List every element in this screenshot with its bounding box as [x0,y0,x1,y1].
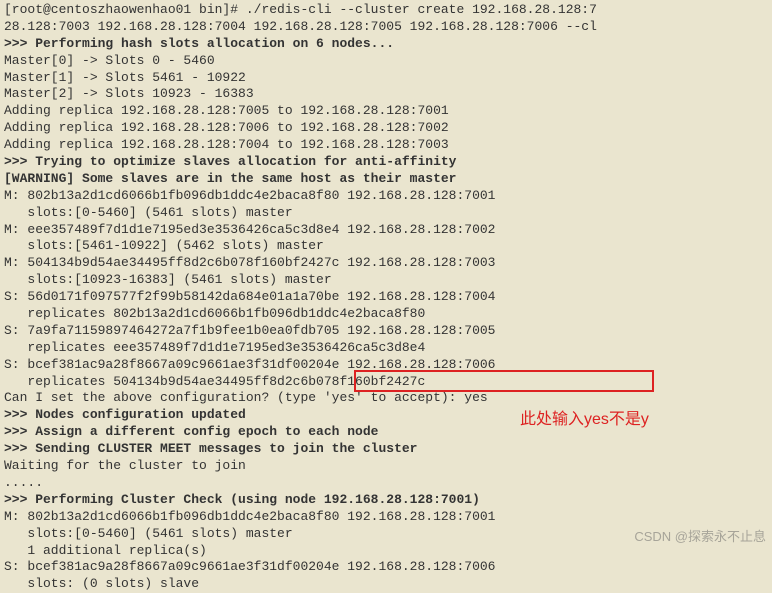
terminal-line: replicates 802b13a2d1cd6066b1fb096db1ddc… [4,306,768,323]
terminal-line: Can I set the above configuration? (type… [4,390,768,407]
terminal-line: M: 504134b9d54ae34495ff8d2c6b078f160bf24… [4,255,768,272]
annotation-note: 此处输入yes不是y [520,410,649,431]
terminal-line: Master[0] -> Slots 0 - 5460 [4,53,768,70]
terminal-line: slots: (0 slots) slave [4,576,768,593]
terminal-line: Waiting for the cluster to join [4,458,768,475]
watermark: CSDN @探索永不止息 [634,529,766,546]
terminal-line: >>> Sending CLUSTER MEET messages to joi… [4,441,768,458]
terminal-line: slots:[0-5460] (5461 slots) master [4,205,768,222]
terminal-line: Adding replica 192.168.28.128:7004 to 19… [4,137,768,154]
terminal-line: Adding replica 192.168.28.128:7006 to 19… [4,120,768,137]
terminal-line: S: 7a9fa71159897464272a7f1b9fee1b0ea0fdb… [4,323,768,340]
terminal-line: >>> Trying to optimize slaves allocation… [4,154,768,171]
terminal-line: >>> Performing Cluster Check (using node… [4,492,768,509]
terminal-line: >>> Nodes configuration updated [4,407,768,424]
terminal-line: Adding replica 192.168.28.128:7005 to 19… [4,103,768,120]
terminal-line: S: 56d0171f097577f2f99b58142da684e01a1a7… [4,289,768,306]
terminal-line: 28.128:7003 192.168.28.128:7004 192.168.… [4,19,768,36]
terminal-line: S: bcef381ac9a28f8667a09c9661ae3f31df002… [4,357,768,374]
terminal-line: Master[2] -> Slots 10923 - 16383 [4,86,768,103]
terminal-output: [root@centoszhaowenhao01 bin]# ./redis-c… [4,2,768,593]
terminal-line: ..... [4,475,768,492]
terminal-line: >>> Performing hash slots allocation on … [4,36,768,53]
terminal-line: replicates eee357489f7d1d1e7195ed3e35364… [4,340,768,357]
terminal-line: slots:[5461-10922] (5462 slots) master [4,238,768,255]
terminal-line: Master[1] -> Slots 5461 - 10922 [4,70,768,87]
terminal-line: S: bcef381ac9a28f8667a09c9661ae3f31df002… [4,559,768,576]
terminal-line: M: eee357489f7d1d1e7195ed3e3536426ca5c3d… [4,222,768,239]
terminal-line: replicates 504134b9d54ae34495ff8d2c6b078… [4,374,768,391]
terminal-line: M: 802b13a2d1cd6066b1fb096db1ddc4e2baca8… [4,509,768,526]
terminal-line: M: 802b13a2d1cd6066b1fb096db1ddc4e2baca8… [4,188,768,205]
terminal-line: >>> Assign a different config epoch to e… [4,424,768,441]
terminal-line: [WARNING] Some slaves are in the same ho… [4,171,768,188]
terminal-line: slots:[10923-16383] (5461 slots) master [4,272,768,289]
terminal-line: [root@centoszhaowenhao01 bin]# ./redis-c… [4,2,768,19]
